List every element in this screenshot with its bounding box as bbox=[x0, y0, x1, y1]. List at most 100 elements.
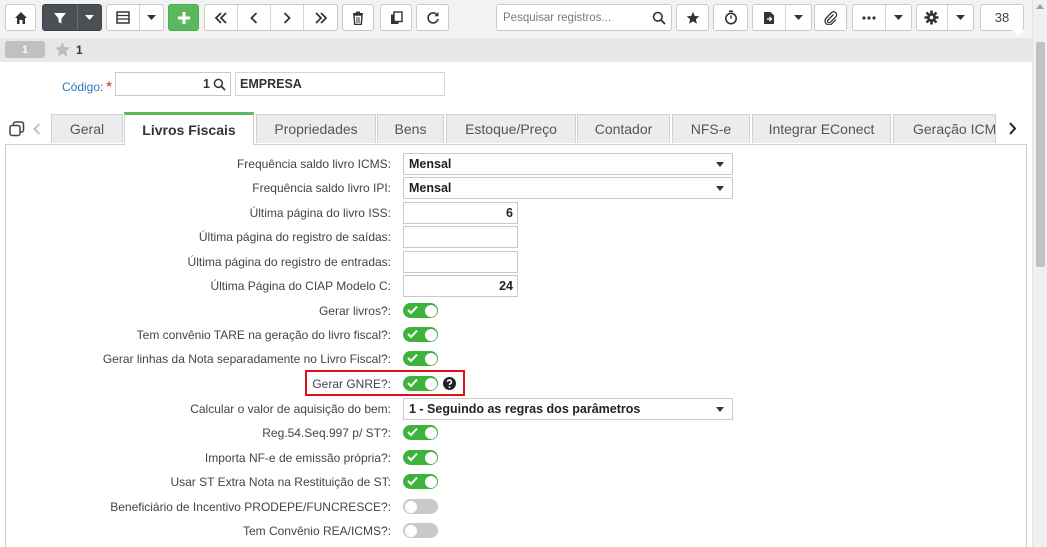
tab-propriedades[interactable]: Propriedades bbox=[256, 114, 376, 143]
filter-dropdown-button[interactable] bbox=[78, 5, 101, 30]
attachments-button[interactable] bbox=[814, 4, 847, 31]
more-actions-button[interactable] bbox=[853, 5, 886, 30]
add-icon bbox=[177, 11, 190, 24]
gerar-livros-toggle[interactable] bbox=[403, 303, 438, 318]
first-record-button[interactable] bbox=[205, 5, 238, 30]
gerar-gnre-toggle[interactable] bbox=[403, 376, 438, 391]
search-input[interactable] bbox=[501, 5, 651, 30]
scrollbar-thumb[interactable] bbox=[1036, 42, 1045, 267]
field-label: Frequência saldo livro ICMS: bbox=[236, 157, 391, 171]
tab-geracao-icms[interactable]: Geração ICMS bbox=[893, 114, 996, 143]
record-count-badge: 38 bbox=[980, 4, 1024, 31]
settings-dropdown-button[interactable] bbox=[948, 5, 973, 30]
field-label: Tem convênio TARE na geração do livro fi… bbox=[136, 328, 391, 342]
gerar-linhas-nota-row: Gerar linhas da Nota separadamente no Li… bbox=[0, 348, 760, 370]
gear-icon bbox=[924, 10, 939, 25]
favorite-star-icon[interactable] bbox=[54, 41, 71, 58]
check-icon bbox=[407, 305, 418, 315]
more-button-group[interactable] bbox=[852, 4, 912, 31]
empresa-field: EMPRESA bbox=[235, 72, 445, 96]
filter-button-group[interactable] bbox=[42, 4, 102, 31]
ultima-pagina-entradas-input[interactable] bbox=[403, 251, 518, 273]
reg54-row: Reg.54.Seq.997 p/ ST?: bbox=[0, 422, 760, 444]
check-icon bbox=[407, 476, 418, 486]
caret-down-icon bbox=[716, 407, 724, 412]
grid-view-button[interactable] bbox=[107, 5, 140, 30]
usar-st-extra-nota-toggle[interactable] bbox=[403, 474, 438, 489]
importa-nfe-toggle[interactable] bbox=[403, 450, 438, 465]
home-button[interactable] bbox=[5, 4, 36, 31]
codigo-field[interactable]: 1 bbox=[115, 72, 231, 96]
freq-saldo-ipi-select[interactable]: Mensal bbox=[403, 177, 733, 199]
last-record-button[interactable] bbox=[304, 5, 337, 30]
refresh-icon bbox=[426, 11, 439, 24]
grid-view-icon bbox=[116, 11, 130, 24]
caret-down-icon bbox=[793, 14, 803, 20]
last-icon bbox=[314, 11, 327, 24]
settings-button-group[interactable] bbox=[916, 4, 974, 31]
search-icon[interactable] bbox=[652, 11, 666, 25]
record-form: Código: * 1 EMPRESA Geral Livros Fiscais … bbox=[0, 62, 1032, 547]
tab-scroll-right-icon[interactable] bbox=[1008, 122, 1017, 135]
timer-icon bbox=[724, 10, 737, 25]
lookup-search-icon[interactable] bbox=[213, 78, 226, 91]
favorites-button[interactable] bbox=[676, 4, 709, 31]
tab-livros-fiscais[interactable]: Livros Fiscais bbox=[124, 112, 254, 145]
ultima-pagina-saidas-input[interactable] bbox=[403, 226, 518, 248]
freq-saldo-icms-select[interactable]: Mensal bbox=[403, 153, 733, 175]
view-button-group[interactable] bbox=[106, 4, 164, 31]
tab-geral[interactable]: Geral bbox=[51, 114, 123, 143]
delete-record-button[interactable] bbox=[342, 4, 374, 31]
beneficiario-prodepe-toggle[interactable] bbox=[403, 499, 438, 514]
field-label: Gerar livros?: bbox=[318, 304, 391, 318]
settings-button[interactable] bbox=[917, 5, 948, 30]
caret-down-icon bbox=[84, 14, 94, 20]
view-dropdown-button[interactable] bbox=[140, 5, 163, 30]
gerar-linhas-nota-toggle[interactable] bbox=[403, 351, 438, 366]
calcular-valor-aquisicao-row: Calcular o valor de aquisição do bem: 1 … bbox=[0, 398, 760, 420]
convenio-tare-toggle[interactable] bbox=[403, 327, 438, 342]
main-toolbar: 38 bbox=[0, 0, 1032, 36]
caret-down-icon bbox=[893, 14, 903, 20]
ultima-pagina-entradas-row: Última página do registro de entradas: bbox=[0, 251, 760, 273]
record-count-pointer bbox=[1012, 30, 1024, 36]
gerar-gnre-row: Gerar GNRE?: bbox=[0, 373, 760, 395]
field-label: Calcular o valor de aquisição do bem: bbox=[190, 402, 391, 416]
attach-icon bbox=[823, 10, 837, 25]
tab-integrar-econect[interactable]: Integrar EConect bbox=[752, 114, 891, 143]
restore-window-icon[interactable] bbox=[9, 121, 25, 137]
reg54-toggle[interactable] bbox=[403, 425, 438, 440]
next-record-button[interactable] bbox=[271, 5, 304, 30]
ultima-pagina-iss-input[interactable]: 6 bbox=[403, 202, 518, 224]
tab-contador[interactable]: Contador bbox=[577, 114, 670, 143]
codigo-label-text: Código: bbox=[62, 80, 104, 94]
convenio-rea-toggle[interactable] bbox=[403, 523, 438, 538]
help-icon[interactable] bbox=[443, 377, 456, 390]
record-index-badge[interactable]: 1 bbox=[5, 41, 45, 58]
field-label: Beneficiário de Incentivo PRODEPE/FUNCRE… bbox=[110, 500, 391, 514]
copy-icon bbox=[390, 10, 403, 24]
report-button-group[interactable] bbox=[752, 4, 812, 31]
importa-nfe-row: Importa NF-e de emissão própria?: bbox=[0, 447, 760, 469]
report-button[interactable] bbox=[753, 5, 786, 30]
tab-scroll-left-icon[interactable] bbox=[33, 123, 41, 135]
tab-nfs-e[interactable]: NFS-e bbox=[672, 114, 750, 143]
required-mark: * bbox=[106, 78, 112, 94]
scroll-up-arrow[interactable] bbox=[1036, 4, 1044, 9]
copy-record-button[interactable] bbox=[380, 4, 412, 31]
page-scrollbar[interactable] bbox=[1032, 0, 1047, 547]
add-record-button[interactable] bbox=[168, 4, 199, 31]
report-dropdown-button[interactable] bbox=[786, 5, 811, 30]
tab-bens[interactable]: Bens bbox=[377, 114, 444, 143]
timer-button[interactable] bbox=[713, 4, 748, 31]
ultima-pagina-ciap-input[interactable]: 24 bbox=[403, 275, 518, 297]
more-dropdown-button[interactable] bbox=[886, 5, 911, 30]
tab-estoque-preco[interactable]: Estoque/Preço bbox=[446, 114, 576, 143]
previous-record-button[interactable] bbox=[238, 5, 271, 30]
select-value: Mensal bbox=[409, 181, 452, 195]
caret-down-icon bbox=[146, 14, 156, 20]
check-icon bbox=[407, 427, 418, 437]
filter-button[interactable] bbox=[43, 5, 78, 30]
calcular-valor-aquisicao-select[interactable]: 1 - Seguindo as regras dos parâmetros bbox=[403, 398, 733, 420]
refresh-button[interactable] bbox=[416, 4, 449, 31]
